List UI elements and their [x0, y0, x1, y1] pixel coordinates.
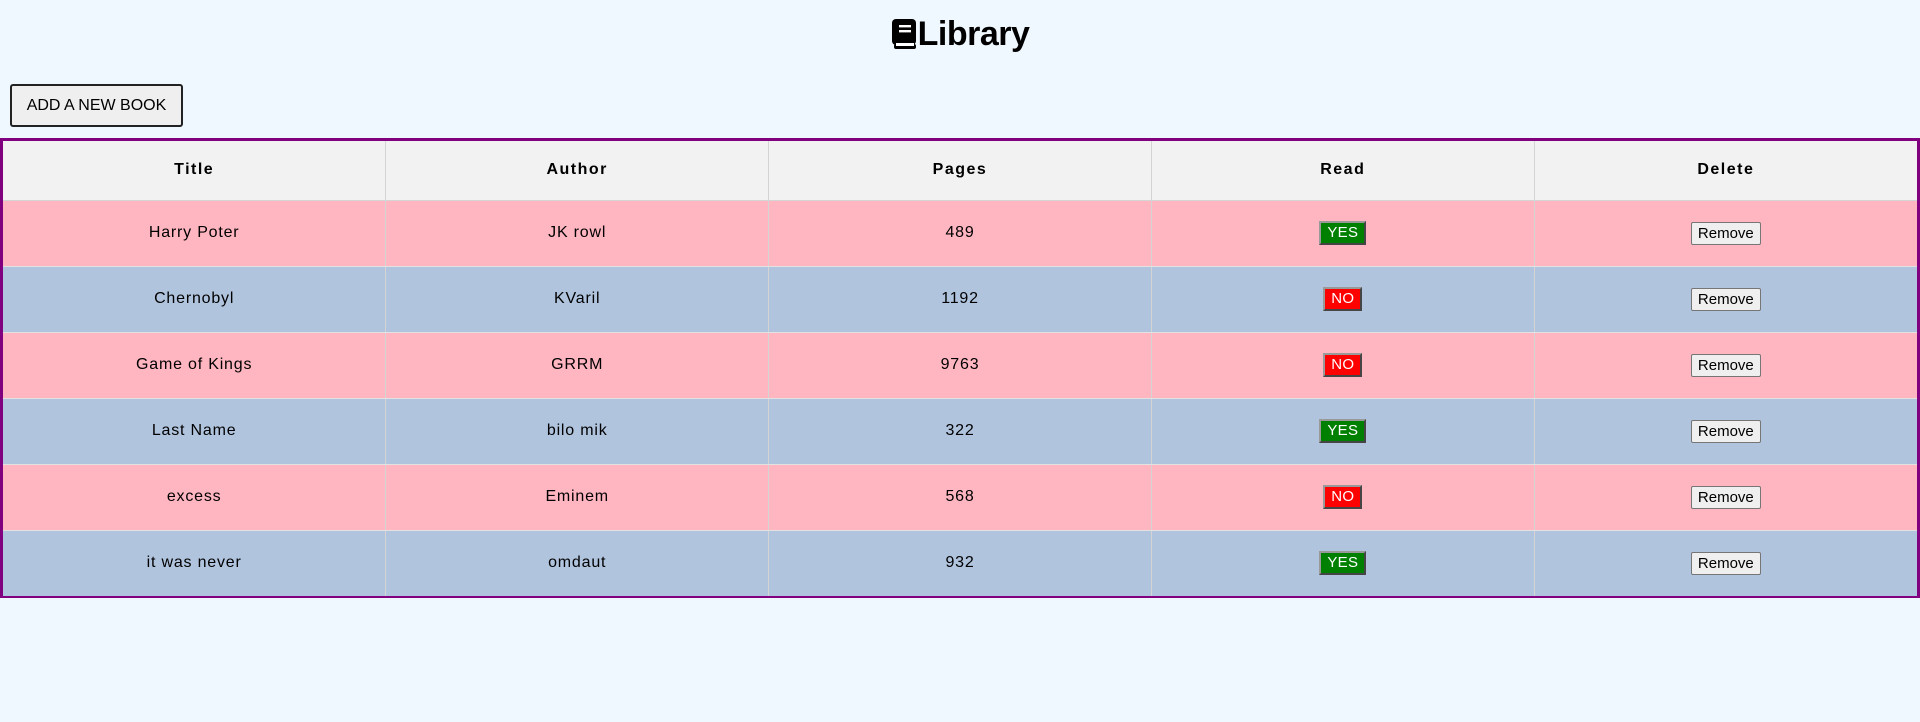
table-row: Game of Kings GRRM 9763 NO Remove — [3, 332, 1917, 399]
table-row: it was never omdaut 932 YES Remove — [3, 530, 1917, 596]
page-title: Library — [917, 14, 1030, 53]
delete-cell: Remove — [1534, 266, 1917, 333]
read-toggle-button[interactable]: YES — [1319, 221, 1367, 245]
table-row: Last Name bilo mik 322 YES Remove — [3, 398, 1917, 465]
delete-cell: Remove — [1534, 200, 1917, 267]
read-cell: NO — [1151, 266, 1535, 333]
delete-cell: Remove — [1534, 464, 1917, 531]
read-cell: NO — [1151, 464, 1535, 531]
book-title: Chernobyl — [3, 266, 387, 333]
read-toggle-button[interactable]: NO — [1323, 287, 1363, 311]
read-toggle-button[interactable]: YES — [1319, 551, 1367, 576]
read-cell: YES — [1151, 398, 1535, 465]
table-row: Chernobyl KVaril 1192 NO Remove — [3, 266, 1917, 333]
remove-button[interactable]: Remove — [1690, 221, 1761, 245]
read-cell: NO — [1151, 332, 1535, 399]
column-header-author: Author — [385, 141, 770, 201]
remove-button[interactable]: Remove — [1690, 287, 1761, 311]
book-pages: 322 — [768, 398, 1152, 465]
book-title: excess — [3, 464, 387, 531]
remove-button[interactable]: Remove — [1690, 551, 1761, 575]
column-header-delete: Delete — [1534, 141, 1917, 201]
read-cell: YES — [1151, 200, 1535, 267]
book-title: Game of Kings — [3, 332, 387, 399]
read-toggle-button[interactable]: YES — [1319, 419, 1367, 443]
table-row: Harry Poter JK rowl 489 YES Remove — [3, 200, 1917, 267]
remove-button[interactable]: Remove — [1690, 485, 1761, 509]
table-row: excess Eminem 568 NO Remove — [3, 464, 1917, 531]
remove-button[interactable]: Remove — [1690, 353, 1761, 377]
book-pages: 1192 — [768, 266, 1152, 333]
book-pages: 932 — [768, 530, 1152, 596]
column-header-pages: Pages — [768, 141, 1152, 201]
book-pages: 489 — [768, 200, 1152, 267]
library-table: Title Author Pages Read Delete Harry Pot… — [0, 138, 1920, 598]
delete-cell: Remove — [1534, 332, 1917, 399]
book-author: omdaut — [385, 530, 770, 596]
book-author: KVaril — [385, 266, 770, 333]
book-pages: 568 — [768, 464, 1152, 531]
read-toggle-button[interactable]: NO — [1323, 485, 1363, 509]
book-title: Harry Poter — [3, 200, 387, 267]
book-title: it was never — [3, 530, 387, 596]
table-header-row: Title Author Pages Read Delete — [3, 141, 1917, 201]
book-icon — [891, 18, 917, 50]
delete-cell: Remove — [1534, 398, 1917, 465]
book-author: bilo mik — [385, 398, 770, 465]
remove-button[interactable]: Remove — [1690, 419, 1761, 443]
book-title: Last Name — [3, 398, 387, 465]
column-header-read: Read — [1151, 141, 1535, 201]
delete-cell: Remove — [1534, 530, 1917, 596]
page-header: Library — [0, 14, 1920, 54]
read-toggle-button[interactable]: NO — [1323, 353, 1363, 377]
book-pages: 9763 — [768, 332, 1152, 399]
column-header-title: Title — [3, 141, 387, 201]
add-book-button[interactable]: ADD A NEW BOOK — [10, 84, 183, 127]
book-author: GRRM — [385, 332, 770, 399]
book-author: Eminem — [385, 464, 770, 531]
read-cell: YES — [1151, 530, 1535, 596]
book-author: JK rowl — [385, 200, 770, 267]
